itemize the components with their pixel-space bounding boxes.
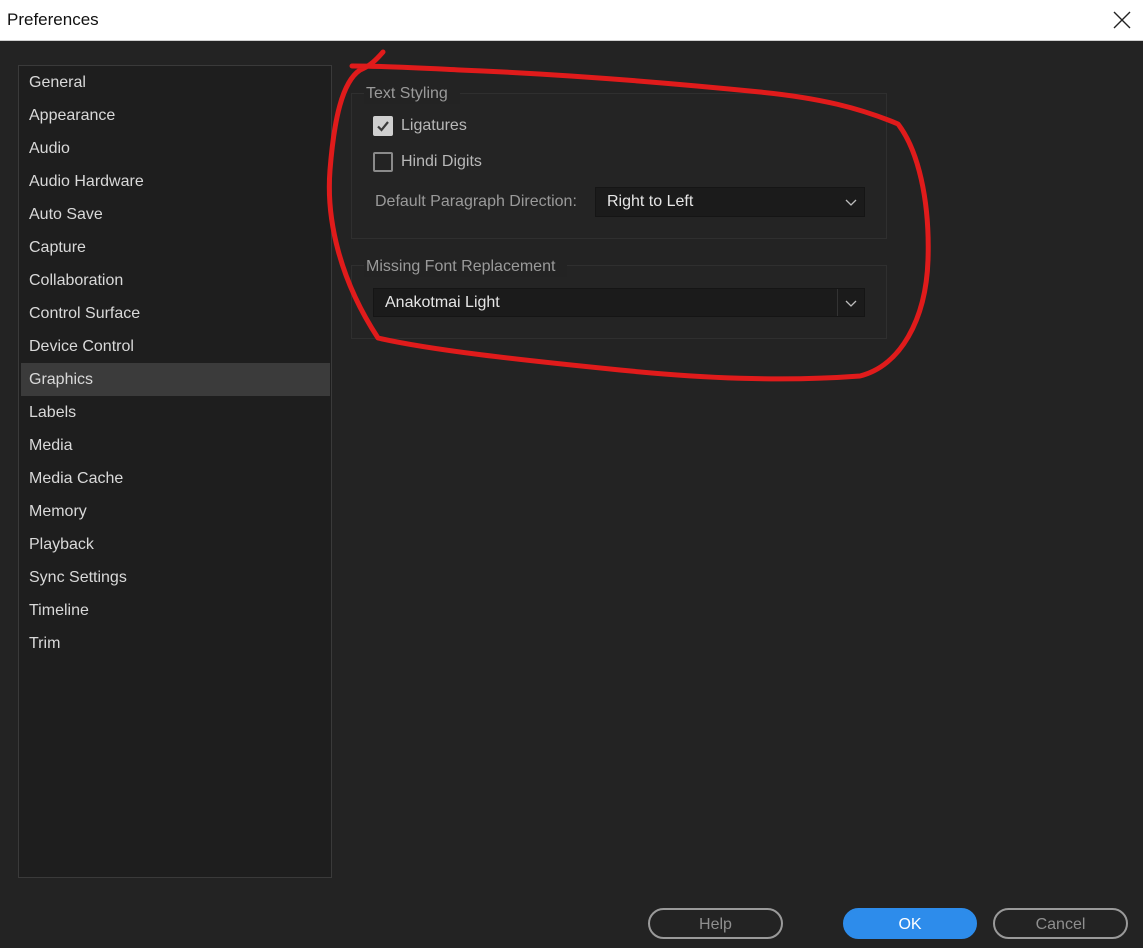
title-bar: Preferences <box>0 0 1143 41</box>
window-title: Preferences <box>7 10 99 29</box>
sidebar-item-capture[interactable]: Capture <box>21 231 330 264</box>
ok-button[interactable]: OK <box>843 908 977 939</box>
sidebar-item-trim[interactable]: Trim <box>21 627 330 660</box>
sidebar-item-device-control[interactable]: Device Control <box>21 330 330 363</box>
ligatures-row[interactable]: Ligatures <box>373 116 467 136</box>
dropdown-divider <box>837 289 838 316</box>
sidebar-item-general[interactable]: General <box>21 66 330 99</box>
sidebar-item-appearance[interactable]: Appearance <box>21 99 330 132</box>
missing-font-value: Anakotmai Light <box>385 294 500 311</box>
sidebar-item-media[interactable]: Media <box>21 429 330 462</box>
chevron-down-icon <box>845 199 857 206</box>
sidebar-item-control-surface[interactable]: Control Surface <box>21 297 330 330</box>
sidebar-item-collaboration[interactable]: Collaboration <box>21 264 330 297</box>
hindi-digits-label: Hindi Digits <box>401 153 482 170</box>
sidebar-item-audio-hardware[interactable]: Audio Hardware <box>21 165 330 198</box>
ligatures-checkbox[interactable] <box>373 116 393 136</box>
sidebar-item-media-cache[interactable]: Media Cache <box>21 462 330 495</box>
sidebar-item-graphics[interactable]: Graphics <box>21 363 330 396</box>
chevron-down-icon <box>845 300 857 307</box>
ligatures-label: Ligatures <box>401 117 467 134</box>
preferences-category-list: General Appearance Audio Audio Hardware … <box>18 65 332 878</box>
text-styling-title: Text Styling <box>364 84 460 104</box>
hindi-digits-checkbox[interactable] <box>373 152 393 172</box>
sidebar-item-playback[interactable]: Playback <box>21 528 330 561</box>
check-icon <box>377 121 389 132</box>
sidebar-item-sync-settings[interactable]: Sync Settings <box>21 561 330 594</box>
paragraph-direction-value: Right to Left <box>607 193 694 210</box>
close-icon <box>1113 11 1131 29</box>
paragraph-direction-label: Default Paragraph Direction: <box>375 193 577 210</box>
missing-font-dropdown[interactable]: Anakotmai Light <box>373 288 865 317</box>
sidebar-item-auto-save[interactable]: Auto Save <box>21 198 330 231</box>
hindi-digits-row[interactable]: Hindi Digits <box>373 152 482 172</box>
sidebar-item-labels[interactable]: Labels <box>21 396 330 429</box>
missing-font-title: Missing Font Replacement <box>364 257 568 277</box>
sidebar-item-memory[interactable]: Memory <box>21 495 330 528</box>
cancel-button[interactable]: Cancel <box>993 908 1128 939</box>
close-button[interactable] <box>1107 5 1137 35</box>
paragraph-direction-dropdown[interactable]: Right to Left <box>595 187 865 217</box>
sidebar-item-audio[interactable]: Audio <box>21 132 330 165</box>
sidebar-item-timeline[interactable]: Timeline <box>21 594 330 627</box>
help-button[interactable]: Help <box>648 908 783 939</box>
